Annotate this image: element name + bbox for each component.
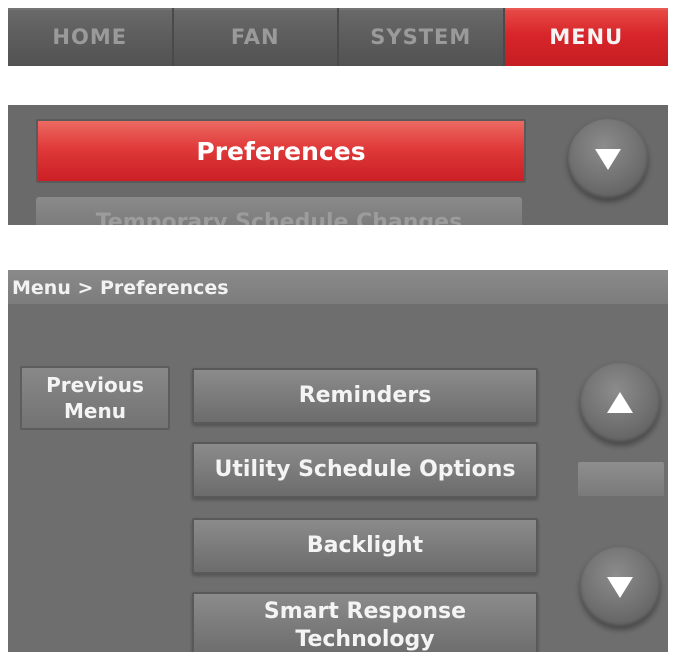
breadcrumb: Menu > Preferences — [8, 270, 668, 304]
previous-menu-label-line2: Menu — [64, 399, 126, 423]
tab-fan[interactable]: FAN — [173, 8, 339, 66]
next-menu-item-partial[interactable]: Temporary Schedule Changes — [36, 197, 522, 225]
menu-item-label-line2: Technology — [295, 627, 435, 652]
triangle-down-icon — [595, 149, 621, 170]
menu-list-strip: Preferences Temporary Schedule Changes — [8, 105, 668, 225]
backlight-button[interactable]: Backlight — [192, 518, 538, 574]
menu-item-label: Smart Response — [263, 599, 467, 624]
smart-response-technology-button[interactable]: Smart Response Technology — [192, 592, 538, 652]
scroll-down-button[interactable] — [568, 119, 648, 199]
preferences-screen: Menu > Preferences Previous Menu Reminde… — [8, 270, 668, 652]
tab-system[interactable]: SYSTEM — [339, 8, 505, 66]
menu-item-label: Reminders — [298, 383, 432, 408]
triangle-up-icon — [607, 392, 633, 413]
tab-menu[interactable]: MENU — [504, 8, 668, 66]
triangle-down-icon — [607, 577, 633, 598]
previous-menu-button[interactable]: Previous Menu — [20, 366, 170, 430]
scroll-position-indicator[interactable] — [578, 462, 664, 496]
menu-item-label: Backlight — [306, 533, 424, 558]
menu-item-label: Utility Schedule Options — [214, 457, 516, 482]
previous-menu-label-line1: Previous — [46, 373, 144, 397]
preferences-menu-item[interactable]: Preferences — [36, 119, 526, 183]
utility-schedule-options-button[interactable]: Utility Schedule Options — [192, 442, 538, 498]
scroll-down-button[interactable] — [580, 547, 660, 627]
reminders-button[interactable]: Reminders — [192, 368, 538, 424]
scroll-up-button[interactable] — [580, 363, 660, 443]
top-tab-bar: HOME FAN SYSTEM MENU — [8, 8, 668, 66]
tab-home[interactable]: HOME — [8, 8, 174, 66]
